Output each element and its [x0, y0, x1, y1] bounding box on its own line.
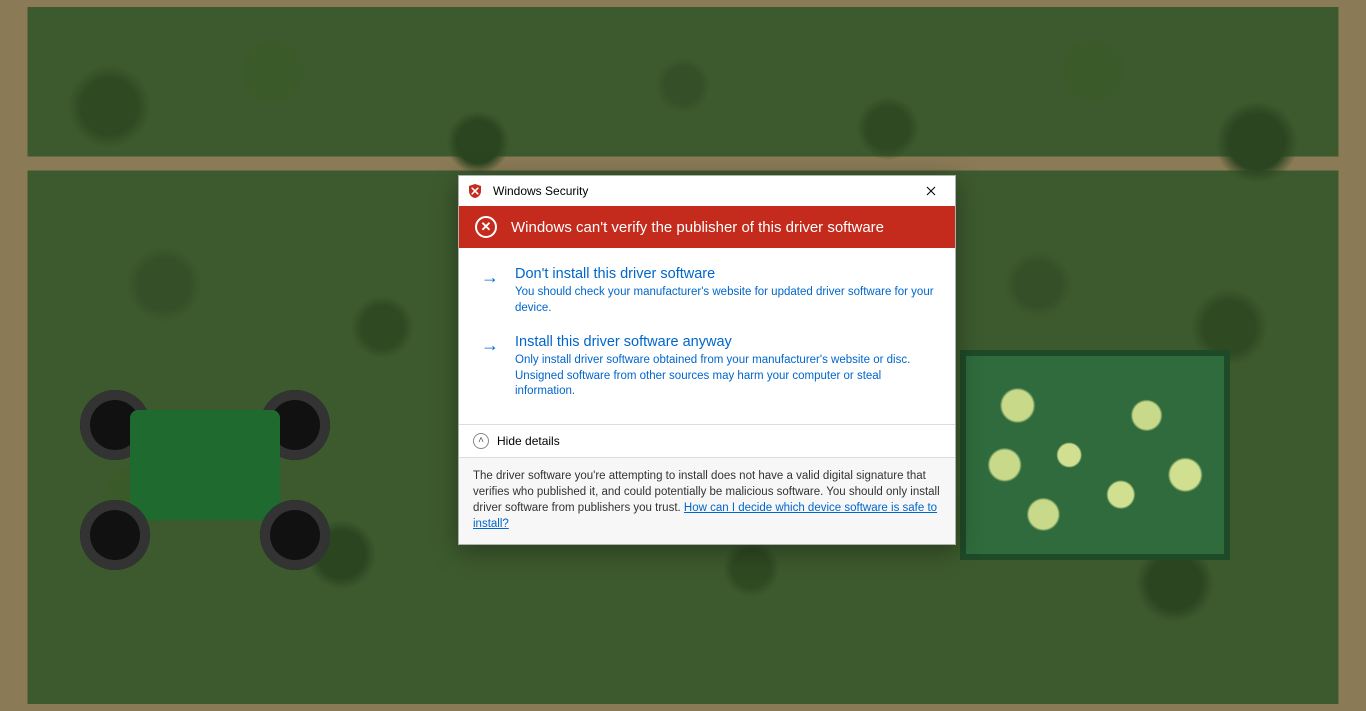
options-list: → Don't install this driver software You…: [459, 248, 955, 424]
arrow-right-icon: →: [481, 336, 499, 354]
option-desc: You should check your manufacturer's web…: [515, 285, 939, 316]
shield-icon: [467, 183, 483, 199]
dialog-titlebar: Windows Security: [459, 176, 955, 206]
desktop-wallpaper-trailer: [960, 350, 1230, 560]
arrow-right-icon: →: [481, 268, 499, 286]
toggle-label: Hide details: [497, 434, 560, 448]
option-install-anyway[interactable]: → Install this driver software anyway On…: [515, 334, 939, 400]
details-panel: The driver software you're attempting to…: [459, 457, 955, 544]
warning-banner: ✕ Windows can't verify the publisher of …: [459, 206, 955, 248]
desktop-wallpaper-tractor: [60, 370, 360, 580]
dialog-title: Windows Security: [489, 184, 911, 198]
option-dont-install[interactable]: → Don't install this driver software You…: [515, 266, 939, 316]
error-x-icon: ✕: [475, 216, 497, 238]
windows-security-dialog: Windows Security ✕ Windows can't verify …: [458, 175, 956, 545]
option-desc: Only install driver software obtained fr…: [515, 353, 939, 400]
option-title: Don't install this driver software: [515, 266, 939, 282]
close-icon: [926, 186, 936, 196]
banner-text: Windows can't verify the publisher of th…: [511, 219, 884, 236]
option-title: Install this driver software anyway: [515, 334, 939, 350]
chevron-up-icon: ˄: [473, 433, 489, 449]
hide-details-toggle[interactable]: ˄ Hide details: [459, 424, 955, 457]
close-button[interactable]: [911, 177, 951, 205]
